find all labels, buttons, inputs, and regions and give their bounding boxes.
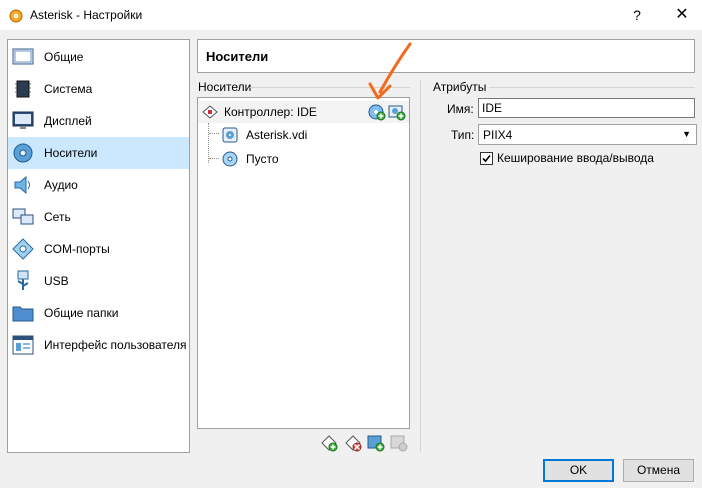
sidebar-item-audio[interactable]: Аудио xyxy=(8,169,189,201)
sidebar-item-network[interactable]: Сеть xyxy=(8,201,189,233)
sidebar-item-label: Аудио xyxy=(44,178,78,192)
add-controller-icon[interactable] xyxy=(320,434,338,452)
sidebar-item-label: USB xyxy=(44,274,69,288)
sidebar-item-general[interactable]: Общие xyxy=(8,41,189,73)
sidebar-item-label: Общие xyxy=(44,50,84,64)
ui-icon xyxy=(12,335,34,355)
ide-controller-icon xyxy=(202,105,218,119)
sidebar-item-system[interactable]: Система xyxy=(8,73,189,105)
hard-disk-icon xyxy=(222,127,238,143)
controller-label: Контроллер: IDE xyxy=(224,105,317,119)
type-select-value: PIIX4 xyxy=(483,128,513,142)
network-icon xyxy=(12,208,34,225)
panel-divider xyxy=(420,80,421,452)
sidebar-item-label: Общие папки xyxy=(44,306,119,320)
cancel-button[interactable]: Отмена xyxy=(623,459,694,482)
close-button[interactable]: ✕ xyxy=(670,5,694,25)
disk-icon xyxy=(13,143,33,163)
tree-row-optical-drive[interactable]: Пусто xyxy=(198,148,409,170)
sidebar-item-label: COM-порты xyxy=(44,242,110,256)
folder-icon xyxy=(12,306,34,322)
sidebar-item-display[interactable]: Дисплей xyxy=(8,105,189,137)
sidebar-item-storage[interactable]: Носители xyxy=(8,137,189,169)
remove-attachment-icon[interactable] xyxy=(390,434,408,452)
ok-button[interactable]: OK xyxy=(543,459,614,482)
storage-tree[interactable]: Контроллер: IDE Asterisk.vdi Пусто xyxy=(197,97,410,429)
type-label: Тип: xyxy=(451,128,475,142)
page-header: Носители xyxy=(197,39,695,73)
chevron-down-icon: ▼ xyxy=(682,129,691,139)
monitor-icon xyxy=(12,111,34,129)
controller-name-input[interactable] xyxy=(478,98,695,118)
sidebar-item-label: Система xyxy=(44,82,93,96)
storage-group-label: Носители xyxy=(198,80,252,94)
checkmark-icon xyxy=(482,154,491,163)
page-title: Носители xyxy=(206,49,269,64)
sidebar-item-usb[interactable]: USB xyxy=(8,265,189,297)
speaker-icon xyxy=(14,175,30,195)
controller-type-select[interactable]: PIIX4 ▼ xyxy=(478,124,697,145)
host-io-cache-label: Кеширование ввода/вывода xyxy=(497,151,654,165)
window-title: Asterisk - Настройки xyxy=(30,8,143,22)
help-button[interactable]: ? xyxy=(626,5,648,25)
sidebar-item-label: Носители xyxy=(44,146,98,160)
device-label: Пусто xyxy=(246,152,279,166)
usb-icon xyxy=(17,270,29,290)
general-icon xyxy=(12,48,34,65)
device-label: Asterisk.vdi xyxy=(246,128,308,142)
sidebar-item-com-ports[interactable]: COM-порты xyxy=(8,233,189,265)
host-io-cache-checkbox[interactable] xyxy=(480,152,493,165)
chip-icon xyxy=(15,80,31,98)
attributes-group-label: Атрибуты xyxy=(433,80,487,94)
settings-sidebar: Общие Система Дисплей Носители Аудио Сет… xyxy=(7,39,190,453)
group-divider xyxy=(489,87,695,88)
virtualbox-gear-icon xyxy=(9,9,23,23)
tree-row-hard-disk[interactable]: Asterisk.vdi xyxy=(198,124,409,146)
optical-disc-icon xyxy=(222,151,238,167)
sidebar-item-label: Интерфейс пользователя xyxy=(44,338,187,352)
serial-port-icon xyxy=(12,238,34,260)
remove-controller-icon[interactable] xyxy=(344,434,362,452)
sidebar-item-label: Сеть xyxy=(44,210,71,224)
add-attachment-icon[interactable] xyxy=(367,434,385,452)
sidebar-item-user-interface[interactable]: Интерфейс пользователя xyxy=(8,329,189,361)
sidebar-item-shared-folders[interactable]: Общие папки xyxy=(8,297,189,329)
title-bar: Asterisk - Настройки ? ✕ xyxy=(0,0,702,30)
name-label: Имя: xyxy=(447,102,474,116)
sidebar-item-label: Дисплей xyxy=(44,114,92,128)
annotation-arrow-icon xyxy=(368,42,412,100)
